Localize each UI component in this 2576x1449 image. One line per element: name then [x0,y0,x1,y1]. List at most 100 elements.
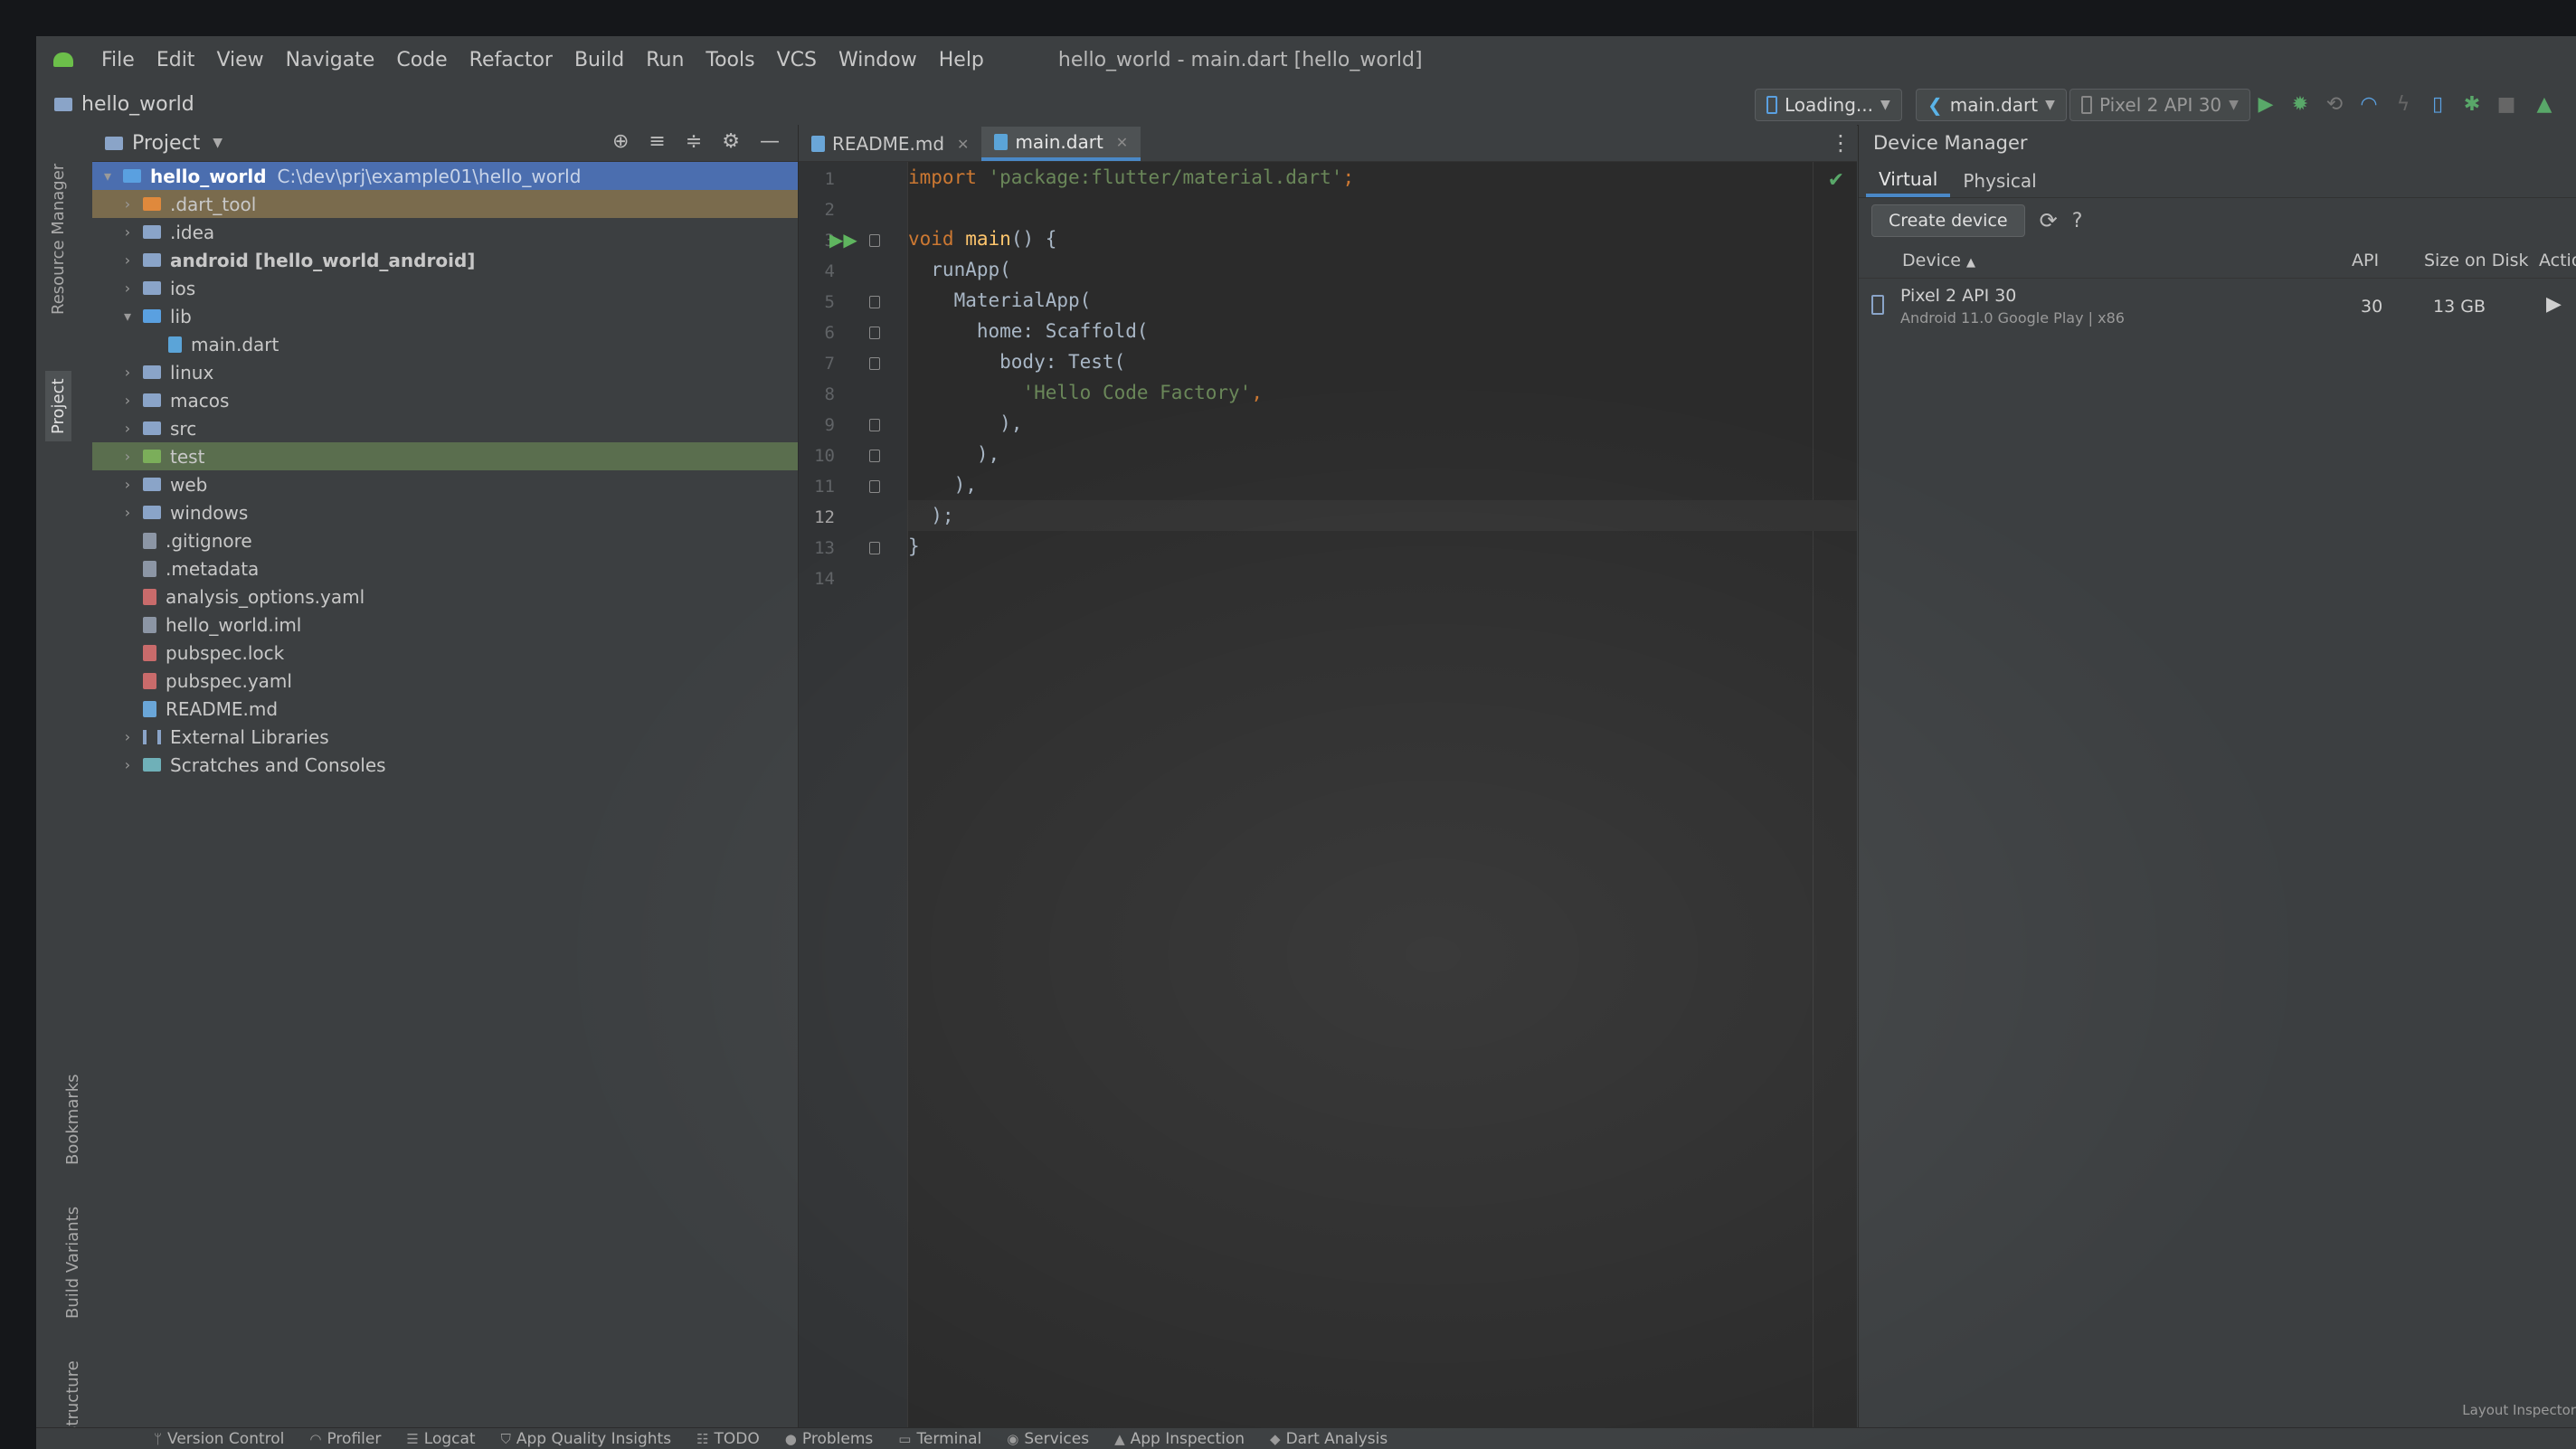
tree-item-analysis-options[interactable]: analysis_options.yaml [92,582,798,611]
locate-file-icon[interactable]: ⊕ [612,130,629,153]
menu-navigate[interactable]: Navigate [275,49,386,71]
menu-help[interactable]: Help [928,49,995,71]
tree-item-macos[interactable]: › macos [92,386,798,414]
menu-file[interactable]: File [90,49,146,71]
column-device[interactable]: Device ▲ [1902,251,1975,270]
chevron-right-icon[interactable]: › [119,279,136,297]
fold-icon[interactable] [869,296,880,308]
chevron-right-icon[interactable]: › [119,364,136,381]
menu-view[interactable]: View [205,49,274,71]
fold-icon[interactable] [869,419,880,431]
code-editor[interactable]: ✔ import 'package:flutter/material.dart'… [908,162,1874,1428]
tree-item-android[interactable]: › android [hello_world_android] [92,246,798,274]
column-size[interactable]: Size on Disk [2424,251,2529,270]
tree-item-web[interactable]: › web [92,470,798,498]
tree-item-metadata[interactable]: .metadata [92,554,798,582]
tree-item-gitignore[interactable]: .gitignore [92,526,798,554]
chevron-right-icon[interactable]: › [119,392,136,409]
gear-icon[interactable]: ⚙ [722,130,740,153]
tool-terminal[interactable]: ▭ Terminal [898,1430,981,1448]
tool-app-inspection[interactable]: ▲ App Inspection [1114,1430,1245,1448]
tab-main-dart[interactable]: main.dart ✕ [981,127,1141,161]
chevron-down-icon[interactable]: ▾ [119,308,136,325]
device-row[interactable]: Pixel 2 API 30 Android 11.0 Google Play … [1859,279,2576,333]
menu-refactor[interactable]: Refactor [459,49,564,71]
launch-device-icon[interactable]: ▶ [2546,293,2562,316]
tool-build-variants[interactable]: Build Variants [63,1207,82,1319]
project-view-title[interactable]: Project [132,132,200,155]
tool-services[interactable]: ◉ Services [1007,1430,1089,1448]
menu-vcs[interactable]: VCS [766,49,828,71]
chevron-right-icon[interactable]: › [119,728,136,745]
tool-version-control[interactable]: ᛘ Version Control [154,1430,284,1448]
tool-problems[interactable]: ● Problems [785,1430,873,1448]
run-icon[interactable]: ▶ [2254,92,2278,116]
more-options-icon[interactable]: ⋮ [1830,130,1852,156]
tree-item-iml[interactable]: hello_world.iml [92,611,798,639]
fold-icon[interactable] [869,542,880,554]
tool-structure[interactable]: Structure [63,1360,82,1436]
breadcrumb[interactable]: hello_world [54,93,194,116]
debug-icon[interactable]: ✹ [2288,92,2312,116]
menu-build[interactable]: Build [564,49,635,71]
tree-item-src[interactable]: › src [92,414,798,442]
tree-item-ios[interactable]: › ios [92,274,798,302]
menu-tools[interactable]: Tools [695,49,765,71]
chevron-right-icon[interactable]: › [119,195,136,213]
tree-item-external-libraries[interactable]: › External Libraries [92,723,798,751]
tree-item-linux[interactable]: › linux [92,358,798,386]
tool-project[interactable]: Project [45,371,71,441]
profile-icon[interactable]: ◠ [2357,92,2381,116]
tree-item-lib[interactable]: ▾ lib [92,302,798,330]
chevron-right-icon[interactable]: › [119,448,136,465]
tree-item-hello-world[interactable]: ▾ hello_world C:\dev\prj\example01\hello… [92,162,798,190]
chevron-right-icon[interactable]: › [119,476,136,493]
fold-icon[interactable] [869,480,880,493]
chevron-down-icon[interactable]: ▼ [213,136,223,150]
tool-logcat[interactable]: ☰ Logcat [406,1430,475,1448]
sdk-manager-icon[interactable]: ✱ [2460,92,2484,116]
tree-item-test[interactable]: › test [92,442,798,470]
tree-item-readme[interactable]: README.md [92,695,798,723]
fold-icon[interactable] [869,327,880,339]
android-icon[interactable]: ▲ [2533,92,2556,116]
tree-item-pubspec-lock[interactable]: pubspec.lock [92,639,798,667]
tree-item-main-dart[interactable]: main.dart [92,330,798,358]
layout-inspector-tab[interactable]: Layout Inspector [2462,1402,2576,1418]
chevron-right-icon[interactable]: › [119,251,136,269]
chevron-right-icon[interactable]: › [119,223,136,241]
tree-item-dart-tool[interactable]: › .dart_tool [92,190,798,218]
column-api[interactable]: API [2352,251,2379,270]
emulator-selector[interactable]: Pixel 2 API 30 ▼ [2069,89,2250,121]
hot-reload-icon[interactable]: ϟ [2391,92,2415,116]
chevron-down-icon[interactable]: ▾ [99,167,116,185]
menu-run[interactable]: Run [635,49,695,71]
tool-app-quality-insights[interactable]: ⛉ App Quality Insights [501,1430,672,1448]
hide-panel-icon[interactable]: — [760,130,780,153]
tree-item-windows[interactable]: › windows [92,498,798,526]
create-device-button[interactable]: Create device [1871,204,2025,237]
close-icon[interactable]: ✕ [1116,134,1128,151]
fold-icon[interactable] [869,234,880,247]
tab-virtual[interactable]: Virtual [1866,165,1951,197]
column-actions[interactable]: Actions [2539,251,2576,270]
stop-icon[interactable]: ■ [2495,92,2518,116]
chevron-right-icon[interactable]: › [119,504,136,521]
tree-item-pubspec-yaml[interactable]: pubspec.yaml [92,667,798,695]
device-selector[interactable]: Loading... ▼ [1755,89,1902,121]
attach-debugger-icon[interactable]: ⟲ [2323,92,2346,116]
chevron-right-icon[interactable]: › [119,420,136,437]
collapse-all-icon[interactable]: ≑ [686,130,702,153]
menu-edit[interactable]: Edit [146,49,206,71]
tab-readme[interactable]: README.md ✕ [799,127,981,161]
refresh-icon[interactable]: ⟳ [2040,208,2058,233]
tab-physical[interactable]: Physical [1950,165,2049,197]
close-icon[interactable]: ✕ [957,136,969,153]
tool-dart-analysis[interactable]: ◆ Dart Analysis [1270,1430,1387,1448]
fold-icon[interactable] [869,450,880,462]
tool-todo[interactable]: ☷ TODO [696,1430,760,1448]
menu-code[interactable]: Code [385,49,458,71]
menu-window[interactable]: Window [828,49,928,71]
fold-icon[interactable] [869,357,880,370]
help-icon[interactable]: ? [2072,210,2083,232]
